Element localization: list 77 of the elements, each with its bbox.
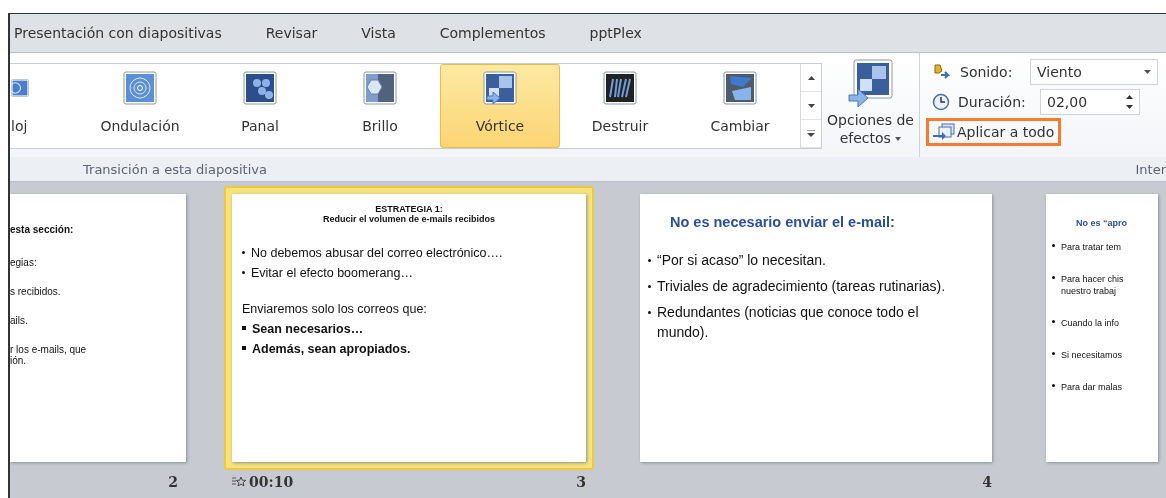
apply-to-all-button[interactable]: Aplicar a todo <box>926 118 1062 146</box>
transition-option[interactable]: loj <box>10 64 80 148</box>
clock-icon <box>932 93 950 111</box>
shred-thumbnail-icon <box>603 71 637 105</box>
sound-dropdown[interactable]: Viento <box>1030 59 1158 85</box>
bullet-icon <box>1052 384 1055 387</box>
bullet-icon <box>242 271 245 274</box>
slide-text: r los e-mails, que <box>10 344 87 355</box>
transition-option[interactable]: Cambiar <box>680 64 800 148</box>
ribbon-tab[interactable]: Presentación con diapositivas <box>10 25 222 41</box>
bullet-icon <box>242 251 245 254</box>
dropdown-arrow-icon <box>1144 70 1151 74</box>
group-label: Inter <box>1135 161 1166 177</box>
expand-gallery-icon <box>807 130 815 137</box>
slide-text: Reducir el volumen de e-mails recibidos <box>322 214 496 224</box>
ribbon-tab[interactable]: Complementos <box>435 25 546 41</box>
switch-thumbnail-icon <box>723 71 757 105</box>
slide-text: Redundantes (noticias que conoce todo el mundo). <box>657 303 920 342</box>
sound-icon <box>932 63 952 81</box>
bullet-icon <box>648 285 651 288</box>
bullet-icon <box>1052 320 1055 323</box>
slide-text: nuestro trabaj <box>1061 286 1117 296</box>
down-arrow-icon <box>807 103 815 108</box>
ribbon-tab[interactable]: Vista <box>357 25 396 41</box>
bullet-icon <box>242 326 246 330</box>
slide-text: Enviaremos solo los correos que: <box>242 302 427 316</box>
effect-options-button[interactable]: Opciones de efectos <box>822 53 919 157</box>
caret-icon <box>895 137 902 141</box>
vortex-effects-icon <box>847 59 894 107</box>
slide-text: Para hacer chis <box>1061 274 1124 284</box>
slide-text: s recibidos. <box>10 286 61 297</box>
bullet-icon <box>1052 276 1055 279</box>
transition-option[interactable]: Destruir <box>560 64 680 148</box>
slide-text: Evitar el efecto boomerang… <box>251 266 413 280</box>
transition-option[interactable]: Panal <box>200 64 320 148</box>
slide-text: “Por si acaso” lo necesitan. <box>657 251 826 270</box>
spin-arrows-icon <box>1126 94 1133 110</box>
slide-number: 2 <box>168 474 178 490</box>
bullet-icon <box>242 346 246 350</box>
slide-text: ails. <box>10 315 28 326</box>
slide-text: Sean necesarios… <box>252 322 364 336</box>
ribbon-tab[interactable]: pptPlex <box>585 25 642 41</box>
transition-option[interactable]: Ondulación <box>80 64 200 148</box>
bullet-icon <box>648 259 651 262</box>
stacked-slides-icon <box>933 123 955 141</box>
duration-spinner[interactable]: 02,00 <box>1040 89 1140 115</box>
slide-number: 3 <box>576 474 586 490</box>
slide-text: Triviales de agradecimiento (tareas rutinarias). <box>657 277 946 296</box>
slide-text: esta sección: <box>10 224 74 235</box>
ripple-thumbnail-icon <box>123 71 157 105</box>
slide-text: egias: <box>10 257 37 268</box>
sound-label: Sonido: <box>960 64 1014 80</box>
glitter-thumbnail-icon <box>363 71 397 105</box>
bullet-icon <box>648 311 651 314</box>
transition-option[interactable]: Vórtice <box>440 64 560 148</box>
slide-text: ión. <box>10 355 27 366</box>
transition-star-icon <box>232 476 246 488</box>
group-label: Transición a esta diapositiva <box>83 161 267 177</box>
slide-timing: 00:10 <box>232 474 294 490</box>
slide-text: Para tratar tem <box>1061 242 1122 252</box>
slide-number: 4 <box>982 474 992 490</box>
bullet-icon <box>1052 352 1055 355</box>
slide-frame[interactable]: ESTRATEGIA 1: Reducir el volumen de e-mails recibidos No debemos abusar del correo electrónico…. Evitar el efecto boomerang… Enviaremos solo los correos que: Sean necesarios… Además, sean apropiados. <box>224 186 594 470</box>
slide-text: Además, sean apropiados. <box>252 342 411 356</box>
slide-text: Cuando la info <box>1061 318 1120 328</box>
slide-text: No debemos abusar del correo electrónico…. <box>251 246 503 260</box>
slide-text: ESTRATEGIA 1: <box>375 204 443 214</box>
vortex-thumbnail-icon <box>483 71 517 105</box>
slide-text: Si necesitamos <box>1061 350 1123 360</box>
slide-text: No es “apro <box>1076 218 1127 228</box>
ribbon-tab[interactable]: Revisar <box>261 25 318 41</box>
slide-text: No es necesario enviar el e-mail: <box>670 214 895 230</box>
transition-option[interactable]: Brillo <box>320 64 440 148</box>
up-arrow-icon <box>807 75 815 80</box>
honeycomb-thumbnail-icon <box>243 71 277 105</box>
bullet-icon <box>1052 244 1055 247</box>
slide-text: Para dar malas <box>1061 382 1123 392</box>
